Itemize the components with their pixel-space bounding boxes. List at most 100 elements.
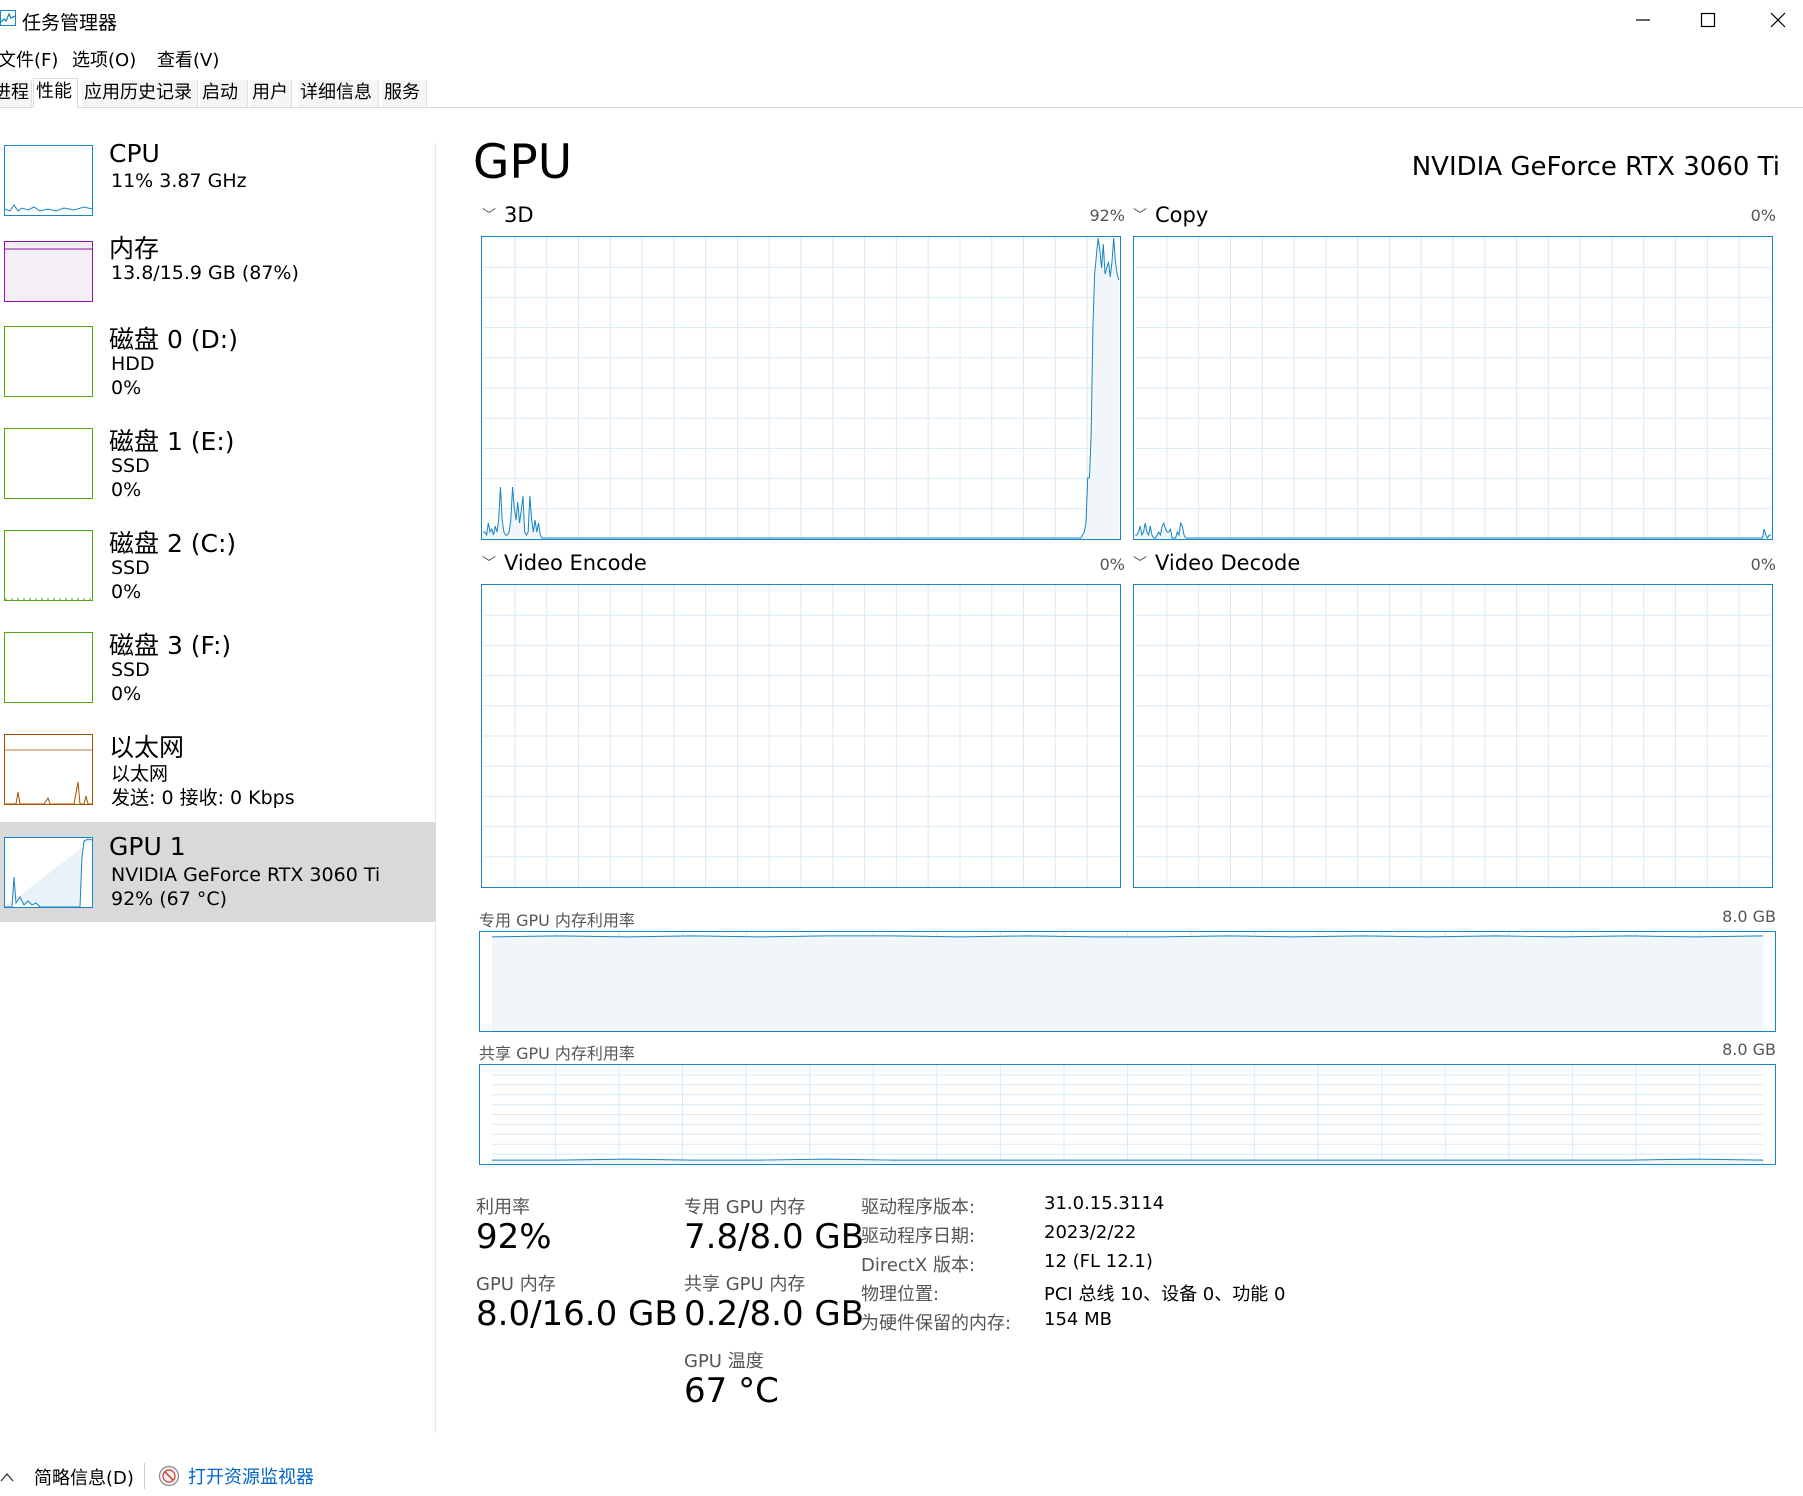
minimize-icon <box>1636 19 1650 21</box>
driver-version-label: 驱动程序版本: <box>861 1197 976 1218</box>
sidebar-item-cpu[interactable]: CPU 11% 3.87 GHz <box>0 125 436 225</box>
driver-date-value: 2023/2/22 <box>1044 1222 1137 1243</box>
series-area <box>491 935 1764 1031</box>
sidebar-gpu-1-usage: 92% (67 °C) <box>111 888 228 910</box>
dedicated-memory-value: 7.8/8.0 GB <box>684 1217 865 1257</box>
tab-startup[interactable]: 启动 <box>200 80 248 107</box>
menu-view[interactable]: 查看(V) <box>157 46 219 72</box>
sidebar-disk-1-type: SSD <box>111 455 150 477</box>
fewer-details-button[interactable]: 简略信息(D) <box>0 1465 134 1489</box>
footer: 简略信息(D) 打开资源监视器 <box>0 1455 1803 1496</box>
engine-selector-video-encode[interactable]: ﹀ Video Encode <box>482 551 647 575</box>
sidebar-item-disk-2[interactable]: 磁盘 2 (C:) SSD 0% <box>0 510 436 610</box>
sidebar-cpu-detail: 11% 3.87 GHz <box>111 170 247 192</box>
disk-0-thumbnail <box>4 326 93 397</box>
shared-memory-label: 共享 GPU 内存 <box>684 1274 806 1295</box>
engine-selector-copy[interactable]: ﹀ Copy <box>1133 203 1208 227</box>
utilization-label: 利用率 <box>476 1197 530 1218</box>
resource-sidebar: CPU 11% 3.87 GHz 内存 13.8/15.9 GB (87%) 磁… <box>0 125 436 1435</box>
dedicated-mem-graph-label: 专用 GPU 内存利用率 <box>479 911 635 930</box>
graph-copy <box>1133 236 1773 540</box>
engine-3d-percent: 92% <box>1089 206 1125 225</box>
dedicated-memory-label: 专用 GPU 内存 <box>684 1197 806 1218</box>
graph-dedicated-gpu-memory <box>479 931 1776 1032</box>
gpu-temperature-value: 67 °C <box>684 1371 779 1411</box>
tab-services[interactable]: 服务 <box>382 80 427 107</box>
shared-mem-graph-label: 共享 GPU 内存利用率 <box>479 1044 635 1063</box>
sidebar-item-gpu-1[interactable]: GPU 1 NVIDIA GeForce RTX 3060 Ti 92% (67… <box>0 822 436 922</box>
sidebar-item-disk-3[interactable]: 磁盘 3 (F:) SSD 0% <box>0 612 436 712</box>
engine-video-encode-percent: 0% <box>1099 555 1125 574</box>
engine-selector-video-decode[interactable]: ﹀ Video Decode <box>1133 551 1300 575</box>
sidebar-gpu-1-model: NVIDIA GeForce RTX 3060 Ti <box>111 864 381 886</box>
sidebar-disk-1-title: 磁盘 1 (E:) <box>109 427 235 456</box>
footer-divider <box>144 1463 145 1489</box>
engine-3d-label: 3D <box>504 203 534 227</box>
tab-users[interactable]: 用户 <box>250 80 292 107</box>
gpu-model-name: NVIDIA GeForce RTX 3060 Ti <box>1411 152 1780 182</box>
menu-file[interactable]: 文件(F) <box>0 46 58 72</box>
engine-video-decode-percent: 0% <box>1750 555 1776 574</box>
maximize-button[interactable] <box>1674 0 1742 40</box>
sidebar-ethernet-throughput: 发送: 0 接收: 0 Kbps <box>111 787 295 809</box>
tab-details[interactable]: 详细信息 <box>298 80 379 107</box>
sidebar-memory-title: 内存 <box>109 234 160 263</box>
tab-app-history[interactable]: 应用历史记录 <box>82 80 198 107</box>
open-resource-monitor-link[interactable]: 打开资源监视器 <box>158 1464 314 1488</box>
engine-video-decode-label: Video Decode <box>1155 551 1301 575</box>
sidebar-disk-0-title: 磁盘 0 (D:) <box>109 325 238 354</box>
tab-processes[interactable]: 进程 <box>0 80 32 107</box>
sidebar-item-disk-1[interactable]: 磁盘 1 (E:) SSD 0% <box>0 408 436 508</box>
sidebar-memory-detail: 13.8/15.9 GB (87%) <box>111 262 299 284</box>
tab-performance[interactable]: 性能 <box>33 78 78 108</box>
shared-mem-graph-max: 8.0 GB <box>1722 1040 1776 1059</box>
sidebar-disk-0-usage: 0% <box>111 377 142 399</box>
disk-1-thumbnail <box>4 428 93 499</box>
sidebar-item-disk-0[interactable]: 磁盘 0 (D:) HDD 0% <box>0 306 436 406</box>
sidebar-item-ethernet[interactable]: 以太网 以太网 发送: 0 接收: 0 Kbps <box>0 714 436 814</box>
chevron-down-icon: ﹀ <box>1133 208 1147 224</box>
engine-copy-label: Copy <box>1155 203 1209 227</box>
sidebar-disk-3-title: 磁盘 3 (F:) <box>109 631 232 660</box>
directx-version-value: 12 (FL 12.1) <box>1044 1251 1153 1272</box>
graph-3d <box>481 236 1121 540</box>
sidebar-disk-2-title: 磁盘 2 (C:) <box>109 529 237 558</box>
hardware-reserved-memory-value: 154 MB <box>1044 1309 1112 1330</box>
sidebar-disk-1-usage: 0% <box>111 479 142 501</box>
physical-location-value: PCI 总线 10、设备 0、功能 0 <box>1044 1284 1286 1305</box>
close-icon <box>1770 12 1786 28</box>
page-title: GPU <box>473 135 573 190</box>
chevron-down-icon: ﹀ <box>1133 556 1147 572</box>
fewer-details-label: 简略信息(D) <box>34 1468 134 1489</box>
graph-video-encode <box>481 584 1121 888</box>
minimize-button[interactable] <box>1609 0 1677 40</box>
sidebar-disk-2-usage: 0% <box>111 581 142 603</box>
gpu-memory-label: GPU 内存 <box>476 1274 556 1295</box>
directx-version-label: DirectX 版本: <box>861 1255 976 1276</box>
window-title: 任务管理器 <box>22 12 118 34</box>
engine-video-encode-label: Video Encode <box>504 551 647 575</box>
hardware-reserved-memory-label: 为硬件保留的内存: <box>861 1313 1012 1334</box>
graph-shared-gpu-memory <box>479 1064 1776 1165</box>
sidebar-disk-0-type: HDD <box>111 353 155 375</box>
sidebar-gpu-1-title: GPU 1 <box>109 832 186 861</box>
sidebar-cpu-title: CPU <box>109 139 160 168</box>
sidebar-disk-3-type: SSD <box>111 659 150 681</box>
gpu-temperature-label: GPU 温度 <box>684 1351 764 1372</box>
menu-options[interactable]: 选项(O) <box>72 46 136 72</box>
maximize-icon <box>1700 12 1716 28</box>
memory-thumbnail <box>4 241 93 302</box>
close-button[interactable] <box>1744 0 1803 40</box>
menu-bar: 文件(F) 选项(O) 查看(V) <box>0 44 1803 72</box>
engine-selector-3d[interactable]: ﹀ 3D <box>482 203 534 227</box>
gpu-memory-value: 8.0/16.0 GB <box>476 1294 678 1334</box>
sidebar-disk-3-usage: 0% <box>111 683 142 705</box>
sidebar-item-memory[interactable]: 内存 13.8/15.9 GB (87%) <box>0 215 436 315</box>
sidebar-disk-2-type: SSD <box>111 557 150 579</box>
chevron-down-icon: ﹀ <box>482 208 496 224</box>
disk-2-thumbnail <box>4 530 93 601</box>
ethernet-thumbnail <box>4 734 93 805</box>
resource-monitor-icon <box>158 1465 180 1487</box>
gpu-1-thumbnail <box>4 837 93 908</box>
disk-3-thumbnail <box>4 632 93 703</box>
